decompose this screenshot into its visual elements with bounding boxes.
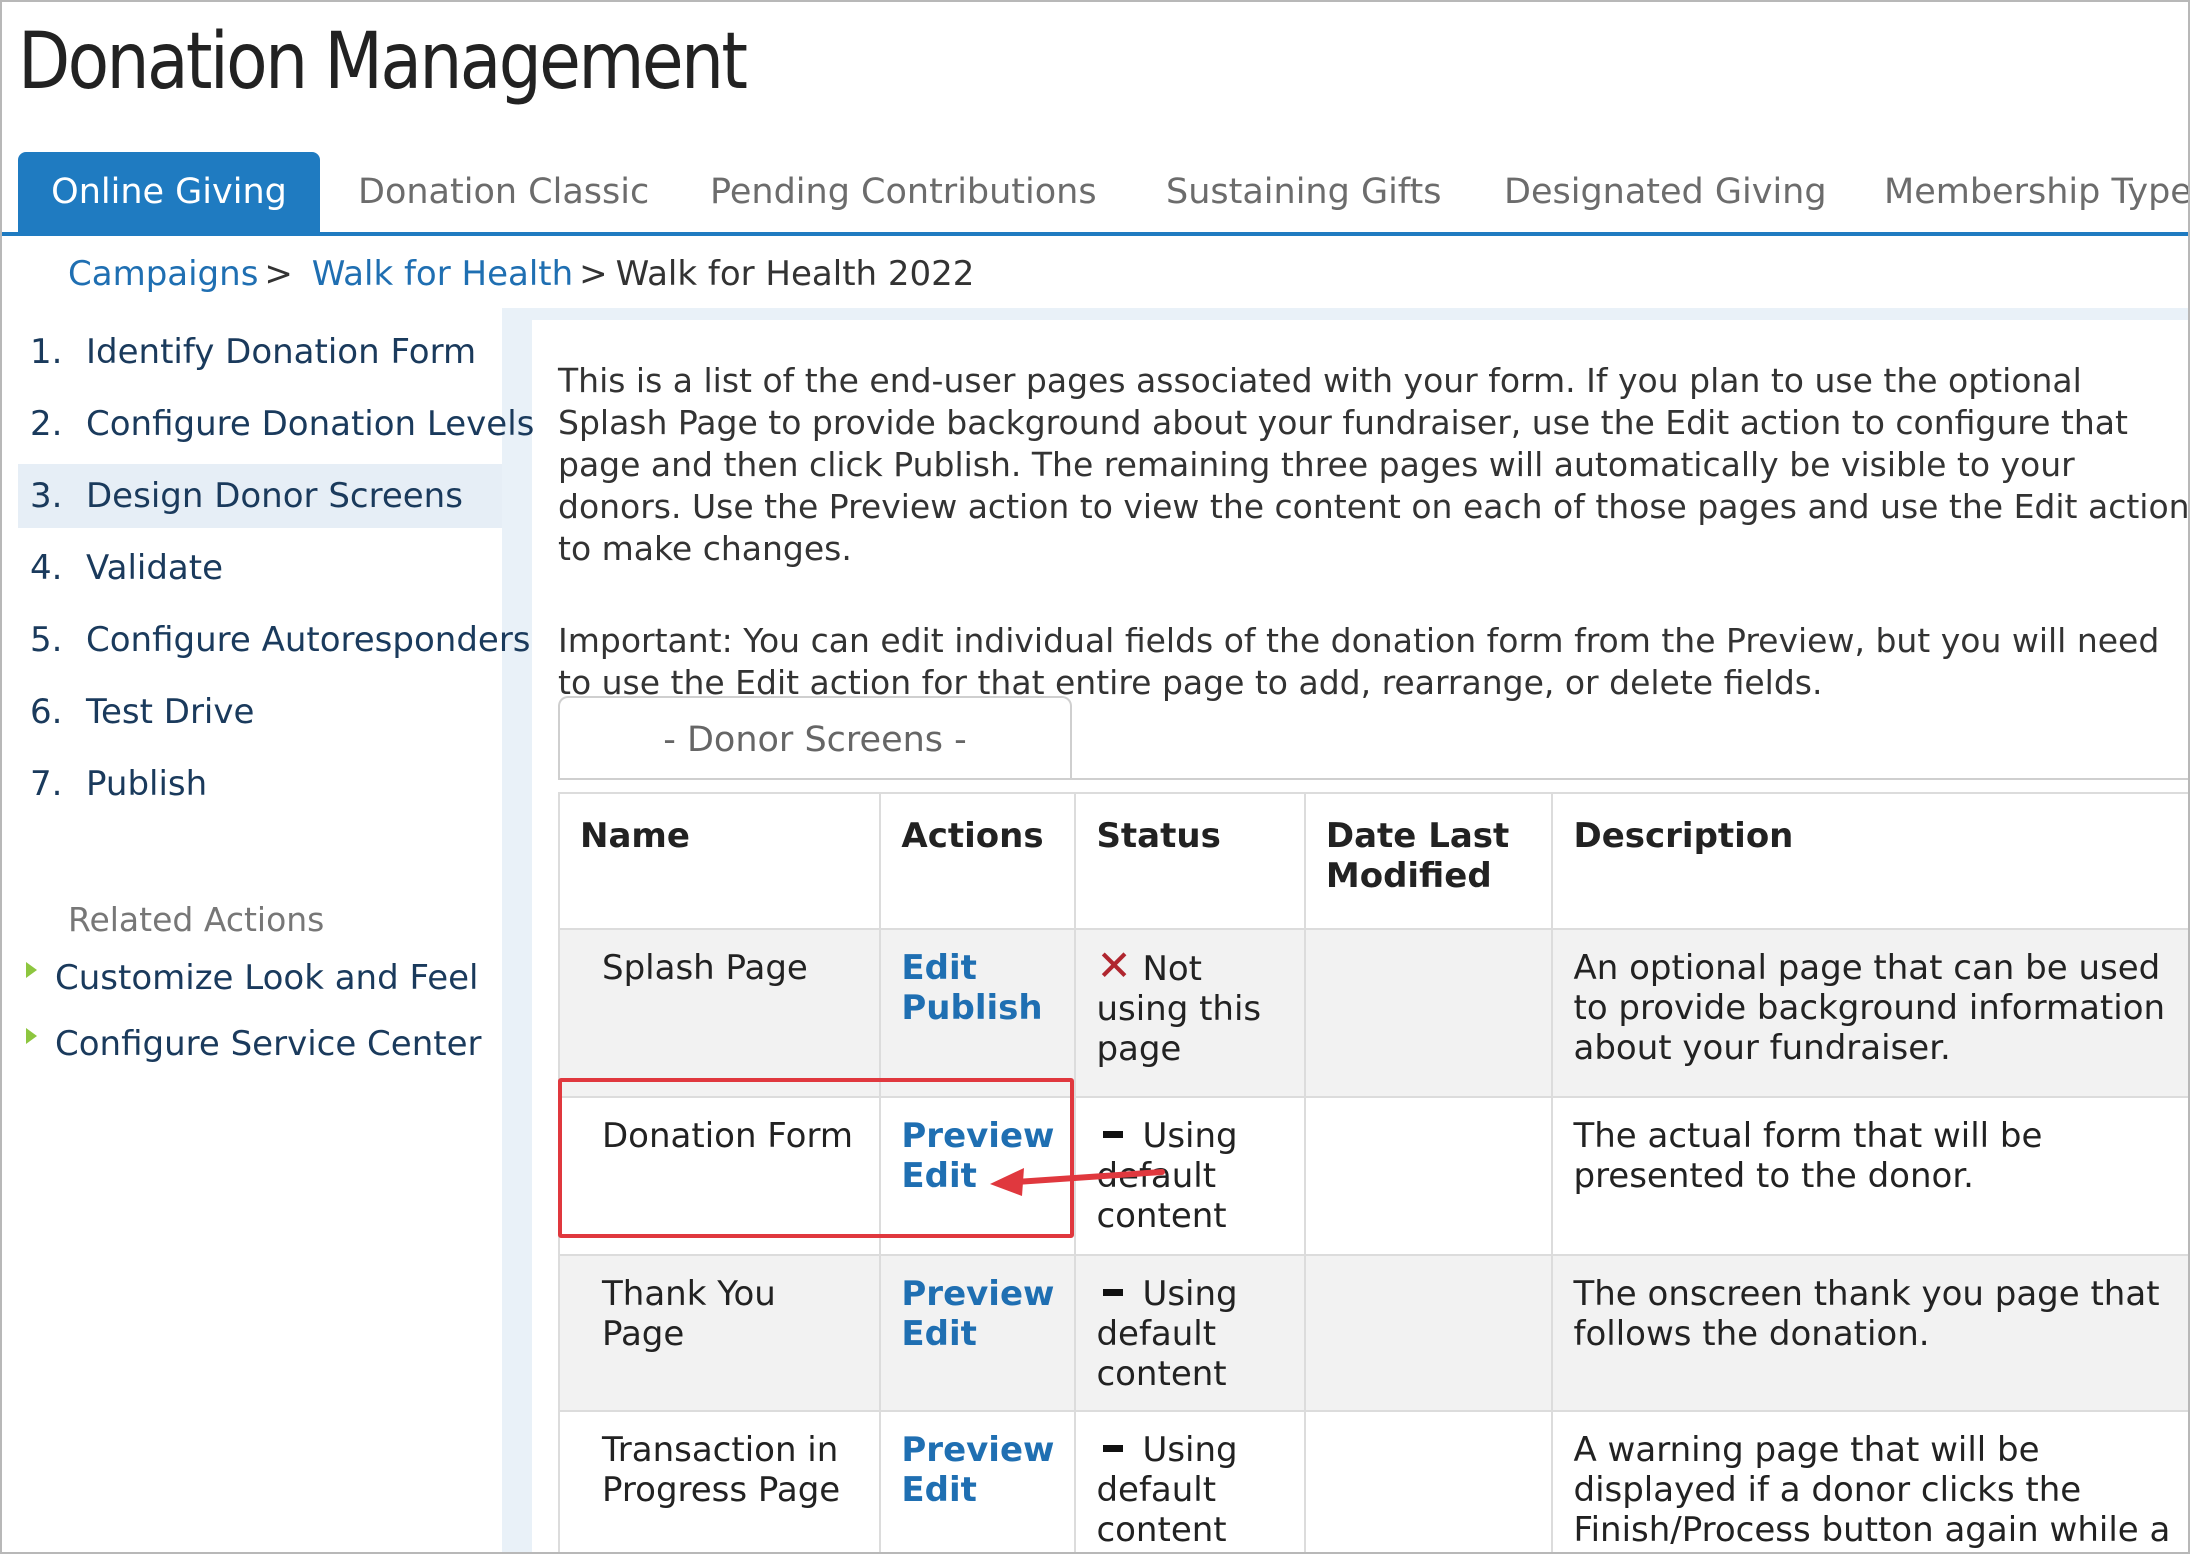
step-design-donor-screens[interactable]: 3. Design Donor Screens <box>18 464 502 528</box>
step-identify-donation-form[interactable]: 1. Identify Donation Form <box>18 320 502 384</box>
bullet-icon <box>26 1028 37 1044</box>
step-label: Configure Autoresponders <box>86 620 531 660</box>
table-row: Donation Form Preview Edit Using default… <box>557 1096 2188 1256</box>
table-row: Splash Page Edit Publish ✕ Not using this… <box>557 928 2188 1098</box>
sidebar-divider <box>502 308 532 1552</box>
table-row: Transaction in Progress Page Preview Edi… <box>557 1410 2188 1552</box>
row-name: Donation Form <box>557 1096 882 1256</box>
row-actions: Preview Edit <box>879 1254 1077 1412</box>
column-header-status: Status <box>1074 792 1306 930</box>
step-nav: 1. Identify Donation Form 2. Configure D… <box>18 320 534 824</box>
step-label: Validate <box>86 548 224 588</box>
row-name: Transaction in Progress Page <box>557 1410 882 1552</box>
preview-link[interactable]: Preview <box>901 1116 1054 1156</box>
step-number: 2. <box>30 404 63 444</box>
intro-paragraph: This is a list of the end-user pages ass… <box>558 361 2190 568</box>
preview-link[interactable]: Preview <box>901 1274 1054 1314</box>
tab-pending-contributions[interactable]: Pending Contributions <box>710 152 1097 232</box>
x-mark-icon: ✕ <box>1096 941 1132 990</box>
step-number: 7. <box>30 764 63 804</box>
step-publish[interactable]: 7. Publish <box>18 752 502 816</box>
related-item-label: Customize Look and Feel <box>55 958 479 998</box>
edit-link[interactable]: Edit <box>901 1470 1054 1510</box>
row-status: Using default content <box>1074 1410 1306 1552</box>
step-number: 3. <box>30 476 63 516</box>
row-status: ✕ Not using this page <box>1074 928 1306 1098</box>
tab-sustaining-gifts[interactable]: Sustaining Gifts <box>1166 152 1441 232</box>
dash-icon <box>1096 1430 1130 1470</box>
column-header-name: Name <box>557 792 882 930</box>
tab-donation-classic[interactable]: Donation Classic <box>358 152 649 232</box>
row-description: The actual form that will be presented t… <box>1551 1096 2188 1256</box>
bullet-icon <box>26 962 37 978</box>
edit-link[interactable]: Edit <box>901 1156 1054 1196</box>
section-divider <box>558 778 2188 780</box>
publish-link[interactable]: Publish <box>901 988 1054 1028</box>
donor-screens-tab[interactable]: - Donor Screens - <box>558 696 1072 780</box>
tab-online-giving[interactable]: Online Giving <box>18 152 320 232</box>
breadcrumb-separator: > <box>264 254 293 294</box>
edit-link[interactable]: Edit <box>901 948 1054 988</box>
step-number: 5. <box>30 620 63 660</box>
page-title: Donation Management <box>18 17 748 107</box>
related-item-label: Configure Service Center <box>55 1024 482 1064</box>
step-number: 1. <box>30 332 63 372</box>
breadcrumb-separator: > <box>579 254 608 294</box>
row-actions: Preview Edit <box>879 1410 1077 1552</box>
breadcrumb-campaigns[interactable]: Campaigns <box>68 254 258 294</box>
related-actions-title: Related Actions <box>68 900 325 939</box>
column-header-actions: Actions <box>879 792 1077 930</box>
related-configure-service-center[interactable]: Configure Service Center <box>26 1024 482 1064</box>
step-test-drive[interactable]: 6. Test Drive <box>18 680 502 744</box>
row-date <box>1303 1410 1554 1552</box>
step-validate[interactable]: 4. Validate <box>18 536 502 600</box>
row-date <box>1303 1096 1554 1256</box>
step-configure-donation-levels[interactable]: 2. Configure Donation Levels <box>18 392 534 456</box>
step-label: Publish <box>86 764 208 804</box>
step-label: Identify Donation Form <box>86 332 477 372</box>
row-date <box>1303 1254 1554 1412</box>
tab-membership-types[interactable]: Membership Types <box>1884 152 2188 232</box>
preview-link[interactable]: Preview <box>901 1430 1054 1470</box>
donor-screens-table: Name Actions Status Date Last Modified D… <box>557 792 2188 1552</box>
breadcrumb: Campaigns > Walk for Health > Walk for Heal… <box>68 254 974 294</box>
content-top-strip <box>502 308 2188 320</box>
step-number: 4. <box>30 548 63 588</box>
row-description: The onscreen thank you page that follows… <box>1551 1254 2188 1412</box>
row-status: Using default content <box>1074 1254 1306 1412</box>
breadcrumb-current: Walk for Health 2022 <box>615 254 975 294</box>
app-frame: Donation Management Online Giving Donati… <box>0 0 2190 1554</box>
column-header-description: Description <box>1551 792 2188 930</box>
dash-icon <box>1096 1116 1130 1156</box>
step-label: Test Drive <box>86 692 255 732</box>
row-status: Using default content <box>1074 1096 1306 1256</box>
dash-icon <box>1096 1274 1130 1314</box>
breadcrumb-walk-for-health[interactable]: Walk for Health <box>312 254 573 294</box>
step-label: Configure Donation Levels <box>86 404 535 444</box>
important-note: Important: You can edit individual field… <box>558 621 2160 702</box>
row-description: A warning page that will be displayed if… <box>1551 1410 2188 1552</box>
row-name: Thank You Page <box>557 1254 882 1412</box>
column-header-date-last-modified: Date Last Modified <box>1303 792 1554 930</box>
table-row: Thank You Page Preview Edit Using defaul… <box>557 1254 2188 1412</box>
row-description: An optional page that can be used to pro… <box>1551 928 2188 1098</box>
step-configure-autoresponders[interactable]: 5. Configure Autoresponders <box>18 608 531 672</box>
row-actions: Edit Publish <box>879 928 1077 1098</box>
row-actions: Preview Edit <box>879 1096 1077 1256</box>
intro-text: This is a list of the end-user pages ass… <box>558 360 2190 754</box>
tab-designated-giving[interactable]: Designated Giving <box>1504 152 1827 232</box>
related-customize-look-and-feel[interactable]: Customize Look and Feel <box>26 958 478 998</box>
row-date <box>1303 928 1554 1098</box>
row-name: Splash Page <box>557 928 882 1098</box>
step-number: 6. <box>30 692 63 732</box>
edit-link[interactable]: Edit <box>901 1314 1054 1354</box>
main-tab-bar: Online Giving Donation Classic Pending C… <box>2 152 2188 236</box>
step-label: Design Donor Screens <box>86 476 463 516</box>
table-header-row: Name Actions Status Date Last Modified D… <box>557 792 2188 930</box>
